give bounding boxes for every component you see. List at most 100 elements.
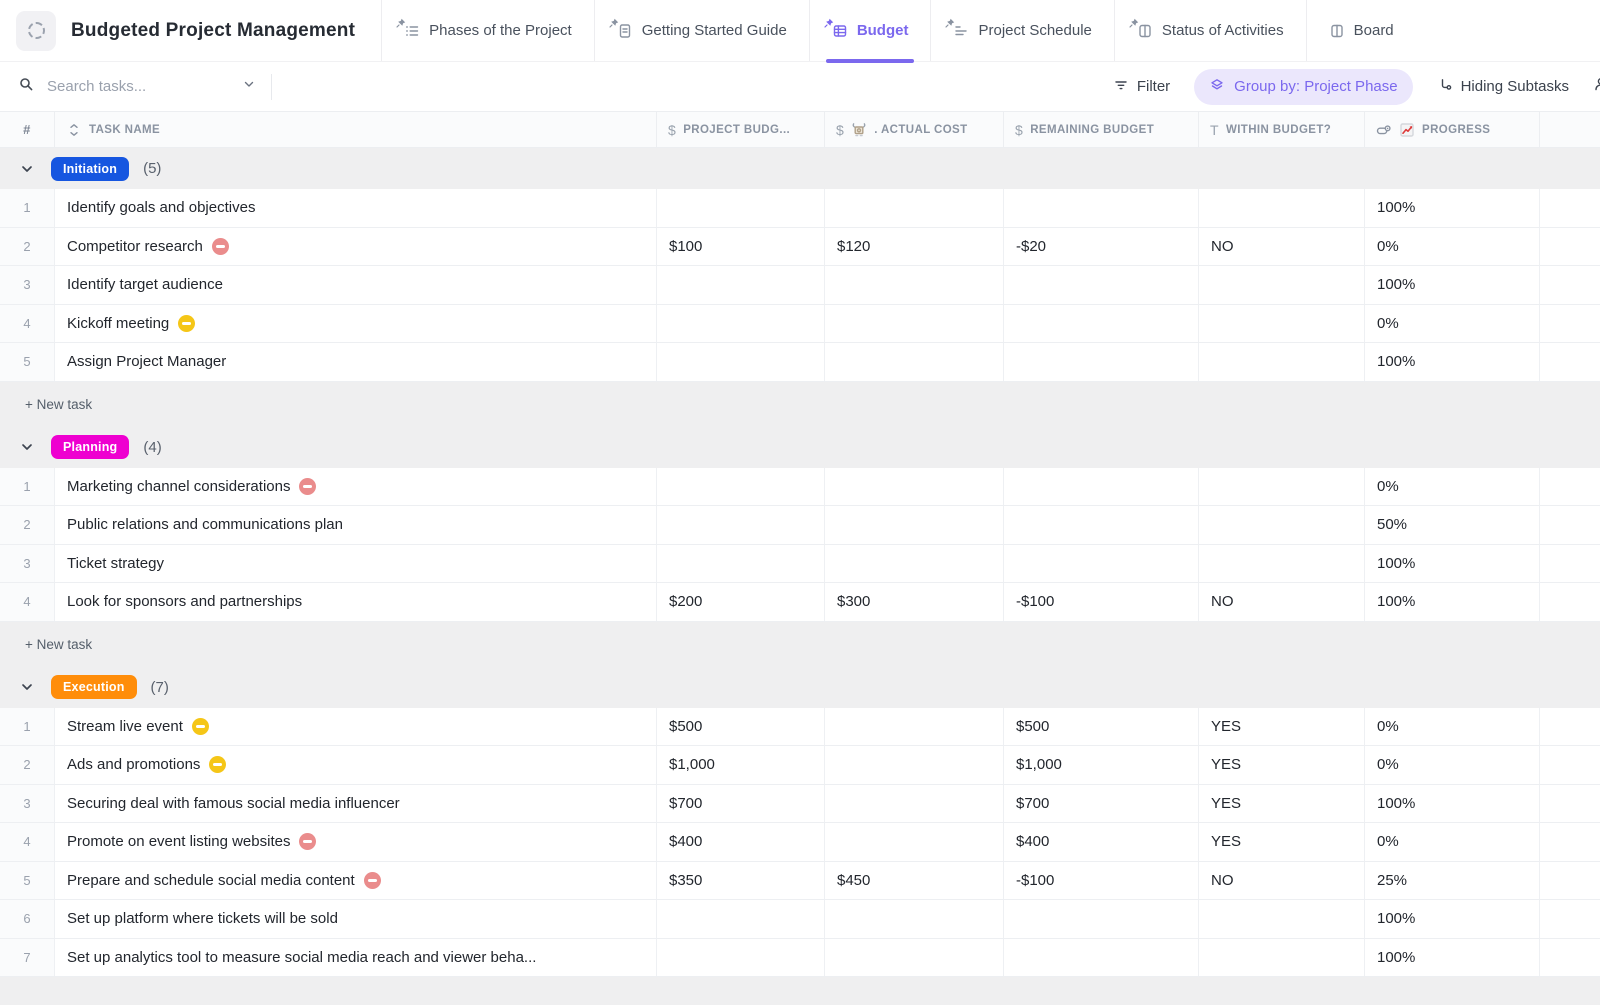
actual-cost-cell[interactable] [825, 468, 1004, 506]
remaining-budget-cell[interactable]: $400 [1004, 823, 1199, 861]
hiding-subtasks-button[interactable]: Hiding Subtasks [1437, 77, 1569, 97]
progress-cell[interactable]: 100% [1365, 583, 1540, 621]
remaining-budget-cell[interactable] [1004, 266, 1199, 304]
task-row[interactable]: 2Public relations and communications pla… [0, 506, 1600, 545]
project-budget-cell[interactable]: $400 [657, 823, 825, 861]
within-budget-cell[interactable]: NO [1199, 862, 1365, 900]
progress-cell[interactable]: 100% [1365, 545, 1540, 583]
actual-cost-cell[interactable]: $450 [825, 862, 1004, 900]
progress-cell[interactable]: 100% [1365, 939, 1540, 977]
progress-cell[interactable]: 0% [1365, 468, 1540, 506]
progress-cell[interactable]: 100% [1365, 785, 1540, 823]
remaining-budget-cell[interactable]: $500 [1004, 708, 1199, 746]
within-budget-cell[interactable]: NO [1199, 583, 1365, 621]
progress-cell[interactable]: 100% [1365, 343, 1540, 381]
remaining-budget-cell[interactable] [1004, 939, 1199, 977]
project-budget-cell[interactable] [657, 266, 825, 304]
remaining-budget-cell[interactable] [1004, 305, 1199, 343]
search-box[interactable] [18, 76, 257, 97]
actual-cost-cell[interactable] [825, 506, 1004, 544]
project-budget-cell[interactable] [657, 305, 825, 343]
remaining-budget-cell[interactable] [1004, 343, 1199, 381]
progress-cell[interactable]: 50% [1365, 506, 1540, 544]
project-budget-cell[interactable] [657, 189, 825, 227]
remaining-budget-cell[interactable]: $1,000 [1004, 746, 1199, 784]
actual-cost-cell[interactable] [825, 343, 1004, 381]
project-budget-cell[interactable] [657, 900, 825, 938]
tab-board[interactable]: Board [1306, 0, 1416, 61]
task-name-cell[interactable]: Competitor research [55, 228, 657, 266]
actual-cost-cell[interactable] [825, 305, 1004, 343]
column-header-within-budget[interactable]: TWITHIN BUDGET? [1199, 112, 1365, 147]
progress-cell[interactable]: 0% [1365, 305, 1540, 343]
tab-getting-started-guide[interactable]: Getting Started Guide [594, 0, 809, 61]
remaining-budget-cell[interactable] [1004, 545, 1199, 583]
task-name-cell[interactable]: Prepare and schedule social media conten… [55, 862, 657, 900]
actual-cost-cell[interactable] [825, 900, 1004, 938]
within-budget-cell[interactable] [1199, 939, 1365, 977]
actual-cost-cell[interactable] [825, 939, 1004, 977]
actual-cost-cell[interactable]: $300 [825, 583, 1004, 621]
task-row[interactable]: 1Stream live event$500$500YES0% [0, 708, 1600, 747]
group-collapse-chevron-icon[interactable] [17, 677, 37, 697]
task-name-cell[interactable]: Identify goals and objectives [55, 189, 657, 227]
remaining-budget-cell[interactable] [1004, 468, 1199, 506]
within-budget-cell[interactable] [1199, 900, 1365, 938]
project-budget-cell[interactable] [657, 468, 825, 506]
task-name-cell[interactable]: Kickoff meeting [55, 305, 657, 343]
tab-project-schedule[interactable]: Project Schedule [930, 0, 1113, 61]
task-name-cell[interactable]: Promote on event listing websites [55, 823, 657, 861]
within-budget-cell[interactable] [1199, 305, 1365, 343]
progress-cell[interactable]: 100% [1365, 266, 1540, 304]
remaining-budget-cell[interactable] [1004, 900, 1199, 938]
new-task-button[interactable]: + New task [25, 397, 92, 412]
task-row[interactable]: 3Securing deal with famous social media … [0, 785, 1600, 824]
actual-cost-cell[interactable] [825, 545, 1004, 583]
task-name-cell[interactable]: Assign Project Manager [55, 343, 657, 381]
actual-cost-cell[interactable] [825, 266, 1004, 304]
task-row[interactable]: 5Assign Project Manager100% [0, 343, 1600, 382]
column-header-remaining-budget[interactable]: $REMAINING BUDGET [1004, 112, 1199, 147]
task-row[interactable]: 1Marketing channel considerations0% [0, 468, 1600, 507]
task-row[interactable]: 7Set up analytics tool to measure social… [0, 939, 1600, 978]
group-by-button[interactable]: Group by: Project Phase [1194, 69, 1412, 105]
within-budget-cell[interactable] [1199, 545, 1365, 583]
project-budget-cell[interactable] [657, 343, 825, 381]
task-name-cell[interactable]: Set up platform where tickets will be so… [55, 900, 657, 938]
progress-cell[interactable]: 25% [1365, 862, 1540, 900]
task-row[interactable]: 2Ads and promotions$1,000$1,000YES0% [0, 746, 1600, 785]
actual-cost-cell[interactable] [825, 823, 1004, 861]
remaining-budget-cell[interactable]: -$100 [1004, 583, 1199, 621]
within-budget-cell[interactable] [1199, 266, 1365, 304]
within-budget-cell[interactable]: YES [1199, 823, 1365, 861]
task-name-cell[interactable]: Set up analytics tool to measure social … [55, 939, 657, 977]
remaining-budget-cell[interactable] [1004, 189, 1199, 227]
project-budget-cell[interactable]: $100 [657, 228, 825, 266]
actual-cost-cell[interactable] [825, 189, 1004, 227]
progress-cell[interactable]: 100% [1365, 900, 1540, 938]
within-budget-cell[interactable]: YES [1199, 708, 1365, 746]
task-row[interactable]: 2Competitor research$100$120-$20NO0% [0, 228, 1600, 267]
within-budget-cell[interactable] [1199, 343, 1365, 381]
remaining-budget-cell[interactable]: -$20 [1004, 228, 1199, 266]
search-input[interactable] [45, 77, 230, 96]
group-badge-initiation[interactable]: Initiation [51, 157, 129, 181]
remaining-budget-cell[interactable]: $700 [1004, 785, 1199, 823]
task-name-cell[interactable]: Securing deal with famous social media i… [55, 785, 657, 823]
within-budget-cell[interactable]: YES [1199, 746, 1365, 784]
task-row[interactable]: 4Kickoff meeting0% [0, 305, 1600, 344]
project-budget-cell[interactable]: $700 [657, 785, 825, 823]
within-budget-cell[interactable] [1199, 506, 1365, 544]
task-row[interactable]: 3Ticket strategy100% [0, 545, 1600, 584]
task-name-cell[interactable]: Marketing channel considerations [55, 468, 657, 506]
project-budget-cell[interactable] [657, 506, 825, 544]
task-name-cell[interactable]: Look for sponsors and partnerships [55, 583, 657, 621]
actual-cost-cell[interactable] [825, 785, 1004, 823]
progress-cell[interactable]: 0% [1365, 228, 1540, 266]
task-name-cell[interactable]: Ads and promotions [55, 746, 657, 784]
column-header-actual-cost[interactable]: $. ACTUAL COST [825, 112, 1004, 147]
within-budget-cell[interactable]: NO [1199, 228, 1365, 266]
project-budget-cell[interactable]: $500 [657, 708, 825, 746]
task-row[interactable]: 4Look for sponsors and partnerships$200$… [0, 583, 1600, 622]
progress-cell[interactable]: 100% [1365, 189, 1540, 227]
